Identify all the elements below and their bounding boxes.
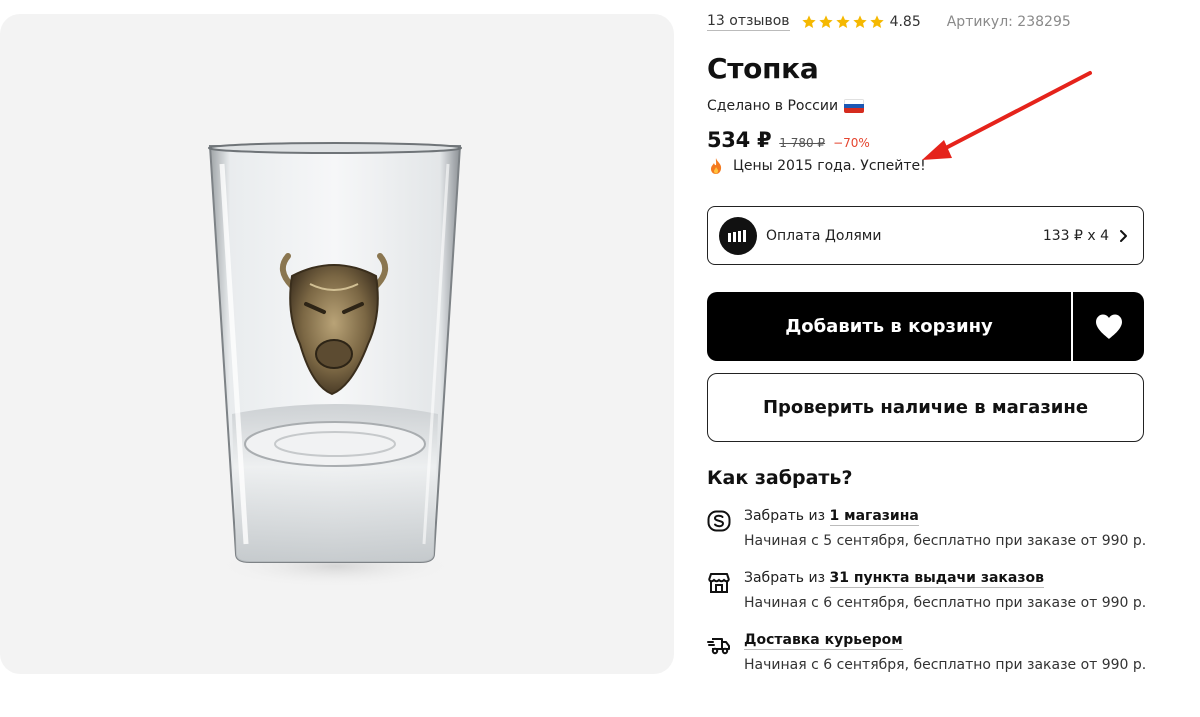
star-icon: [801, 15, 816, 28]
article-number: Артикул: 238295: [946, 14, 1071, 30]
cart-actions: Добавить в корзину: [707, 292, 1144, 361]
pickup-option-prefix: Забрать из: [744, 508, 830, 524]
fire-icon: [711, 158, 722, 174]
promo-text: Цены 2015 года. Успейте!: [733, 158, 926, 174]
pickup-option-text: Забрать из 1 магазина: [744, 508, 919, 526]
courier-delivery-link[interactable]: Доставка курьером: [744, 632, 903, 650]
dolyami-payment[interactable]: Оплата Долями 133 ₽ x 4: [707, 206, 1144, 265]
discount-badge: −70%: [833, 136, 870, 150]
favorite-button[interactable]: [1073, 292, 1144, 361]
pickup-option-details: Начиная с 6 сентября, бесплатно при зака…: [744, 657, 1147, 673]
annotation-arrow-icon: [922, 71, 1092, 160]
current-price: 534 ₽: [707, 128, 772, 152]
pickup-option-details: Начиная с 6 сентября, бесплатно при зака…: [744, 595, 1147, 611]
made-in-text: Сделано в России: [707, 98, 839, 114]
pickup-title: Как забрать?: [707, 467, 853, 489]
reviews-link[interactable]: 13 отзывов: [707, 13, 790, 31]
pickup-points-link[interactable]: 31 пункта выдачи заказов: [829, 570, 1044, 588]
star-icon: [835, 15, 850, 28]
made-in-row: Сделано в России: [707, 98, 865, 114]
price-row: 534 ₽ 1 780 ₽ −70%: [707, 128, 870, 152]
add-to-cart-button[interactable]: Добавить в корзину: [707, 292, 1071, 361]
star-icon: [852, 15, 867, 28]
pickup-option-details: Начиная с 5 сентября, бесплатно при зака…: [744, 533, 1147, 549]
pickup-point-icon: [708, 573, 730, 593]
rating-value: 4.85: [889, 14, 921, 30]
pickup-option-text: Забрать из 31 пункта выдачи заказов: [744, 570, 1044, 588]
old-price: 1 780 ₽: [779, 136, 826, 150]
dolyami-amount: 133 ₽ x 4: [1042, 227, 1109, 244]
store-s-icon: [707, 510, 731, 532]
star-icon: [869, 15, 884, 28]
product-image: [208, 142, 462, 588]
product-title: Стопка: [707, 52, 819, 85]
product-image-panel[interactable]: [0, 14, 674, 674]
star-icon: [818, 15, 833, 28]
russia-flag-icon: [844, 99, 865, 113]
pickup-store-link[interactable]: 1 магазина: [829, 508, 919, 526]
pickup-option-text: Доставка курьером: [744, 632, 903, 650]
rating-stars: [801, 14, 885, 30]
dolyami-label: Оплата Долями: [766, 227, 882, 244]
chevron-right-icon: [1120, 229, 1127, 242]
heart-icon: [1095, 314, 1122, 339]
check-stock-button[interactable]: Проверить наличие в магазине: [707, 373, 1144, 442]
courier-truck-icon: [707, 638, 730, 655]
meta-row: 13 отзывов 4.85 Артикул: 238295: [707, 12, 1071, 32]
dolyami-logo-icon: [719, 216, 757, 255]
promo-row: Цены 2015 года. Успейте!: [709, 157, 926, 175]
pickup-option-prefix: Забрать из: [744, 570, 830, 586]
